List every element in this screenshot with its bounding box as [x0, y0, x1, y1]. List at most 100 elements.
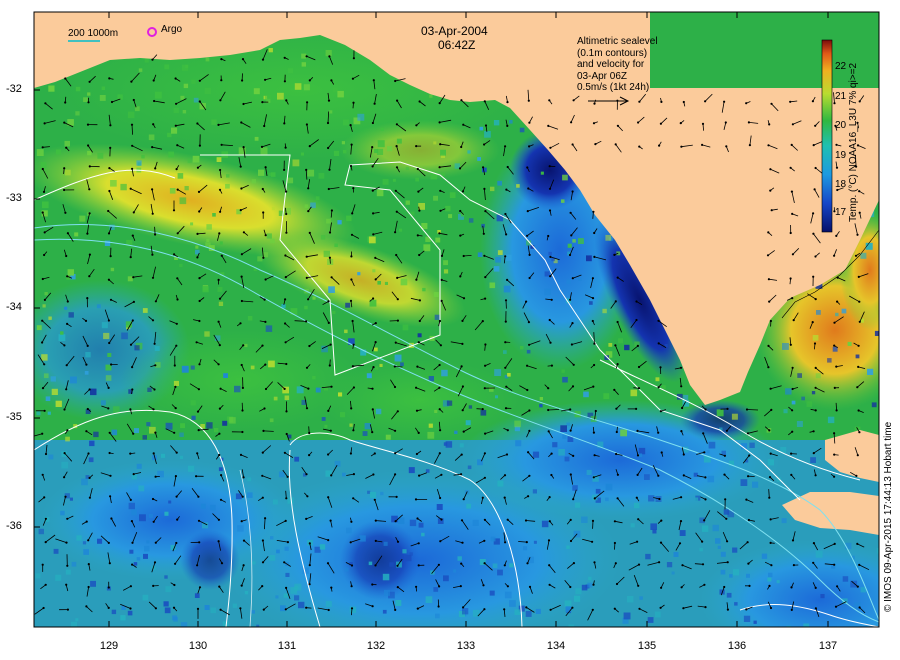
velocity-arrow-base — [176, 232, 179, 235]
sst-pixel — [285, 572, 290, 577]
velocity-arrow-base — [174, 124, 177, 127]
velocity-arrow-base — [63, 452, 66, 455]
sst-pixel — [36, 149, 44, 156]
sst-pixel — [810, 457, 816, 463]
velocity-arrow-base — [505, 385, 508, 388]
sst-pixel — [44, 292, 48, 296]
velocity-arrow-base — [175, 344, 178, 347]
velocity-arrow-base — [550, 452, 553, 455]
velocity-arrow-base — [526, 166, 529, 169]
sst-pixel — [415, 177, 419, 182]
sst-pixel — [334, 460, 341, 467]
sst-pixel — [41, 354, 48, 361]
velocity-arrow-base — [503, 496, 506, 499]
altimetry-line-4: 03-Apr 06Z — [577, 70, 628, 82]
velocity-arrow-base — [415, 452, 418, 456]
sst-pixel — [307, 169, 315, 177]
velocity-arrow-base — [725, 517, 728, 520]
sst-pixel — [740, 479, 748, 486]
velocity-arrow-base — [41, 563, 44, 566]
velocity-arrow-base — [374, 341, 377, 344]
sst-pixel — [280, 605, 286, 612]
velocity-arrow-base — [305, 320, 308, 323]
sst-pixel — [575, 588, 582, 595]
velocity-arrow-base — [41, 167, 44, 171]
sst-pixel — [479, 126, 484, 131]
velocity-arrow-base — [483, 143, 486, 146]
sst-pixel — [154, 346, 160, 351]
sst-pixel — [652, 529, 657, 534]
velocity-arrow-base — [66, 517, 69, 520]
velocity-arrow-base — [306, 495, 309, 498]
velocity-arrow-base — [154, 167, 157, 170]
velocity-arrow-base — [814, 607, 818, 610]
sst-pixel — [753, 620, 757, 624]
velocity-arrow-base — [723, 100, 726, 103]
velocity-arrow-base — [44, 452, 48, 456]
velocity-arrow-base — [701, 122, 705, 125]
velocity-arrow-base — [108, 189, 111, 193]
velocity-arrow-base — [528, 585, 532, 589]
velocity-arrow-base — [151, 497, 155, 501]
velocity-arrow-base — [107, 209, 110, 213]
velocity-arrow-base — [154, 431, 157, 434]
sst-pixel — [400, 362, 404, 367]
sst-pixel — [497, 480, 504, 487]
sst-pixel — [324, 424, 328, 428]
velocity-arrow-base — [286, 541, 289, 544]
velocity-arrow-base — [746, 432, 750, 435]
sst-pixel — [277, 92, 284, 100]
velocity-arrow-base — [858, 431, 861, 434]
velocity-arrow-base — [393, 385, 397, 389]
velocity-arrow-base — [571, 322, 574, 325]
velocity-arrow-base — [264, 320, 267, 323]
sst-pixel — [237, 525, 244, 532]
velocity-arrow-base — [109, 298, 113, 301]
sst-pixel — [173, 380, 179, 386]
velocity-arrow-base — [327, 539, 330, 542]
velocity-arrow-base — [748, 454, 751, 457]
velocity-arrow-base — [66, 275, 69, 278]
velocity-arrow-base — [438, 408, 441, 411]
sst-pixel — [287, 177, 294, 184]
sst-pixel — [716, 409, 724, 417]
velocity-arrow-base — [283, 168, 286, 171]
velocity-arrow-base — [570, 121, 573, 124]
sst-pixel — [459, 443, 464, 448]
velocity-arrow-base — [41, 277, 44, 281]
velocity-arrow-base — [812, 452, 815, 455]
sst-pixel — [850, 580, 858, 588]
velocity-arrow-base — [659, 410, 663, 413]
sst-pixel — [712, 524, 719, 532]
velocity-arrow-base — [327, 608, 330, 612]
sst-pixel — [782, 343, 789, 350]
sst-pixel — [332, 310, 336, 315]
velocity-arrow-base — [64, 495, 67, 498]
sst-pixel — [120, 183, 127, 191]
velocity-arrow-base — [87, 585, 90, 589]
sst-pixel — [382, 573, 390, 581]
sst-pixel — [337, 90, 344, 98]
velocity-arrow-base — [525, 606, 528, 609]
velocity-arrow-base — [196, 564, 199, 567]
sst-pixel — [163, 601, 169, 607]
velocity-arrow-base — [264, 278, 267, 281]
velocity-arrow-base — [658, 497, 661, 501]
velocity-arrow-base — [461, 319, 464, 322]
velocity-arrow-base — [856, 454, 859, 457]
velocity-arrow-base — [241, 386, 244, 389]
velocity-arrow-base — [747, 475, 750, 478]
velocity-arrow-base — [440, 518, 443, 521]
velocity-arrow-base — [108, 341, 111, 345]
velocity-arrow-base — [506, 278, 509, 281]
altimetry-line-5: 0.5m/s (1kt 24h) — [577, 82, 650, 93]
sst-pixel — [369, 491, 377, 499]
velocity-arrow-base — [374, 322, 377, 325]
sst-pixel — [312, 296, 316, 300]
velocity-arrow — [394, 366, 403, 368]
velocity-arrow-base — [107, 319, 110, 322]
velocity-arrow-base — [527, 495, 530, 498]
velocity-arrow-base — [151, 146, 154, 149]
sst-pixel — [177, 173, 184, 179]
velocity-arrow-base — [458, 167, 462, 170]
